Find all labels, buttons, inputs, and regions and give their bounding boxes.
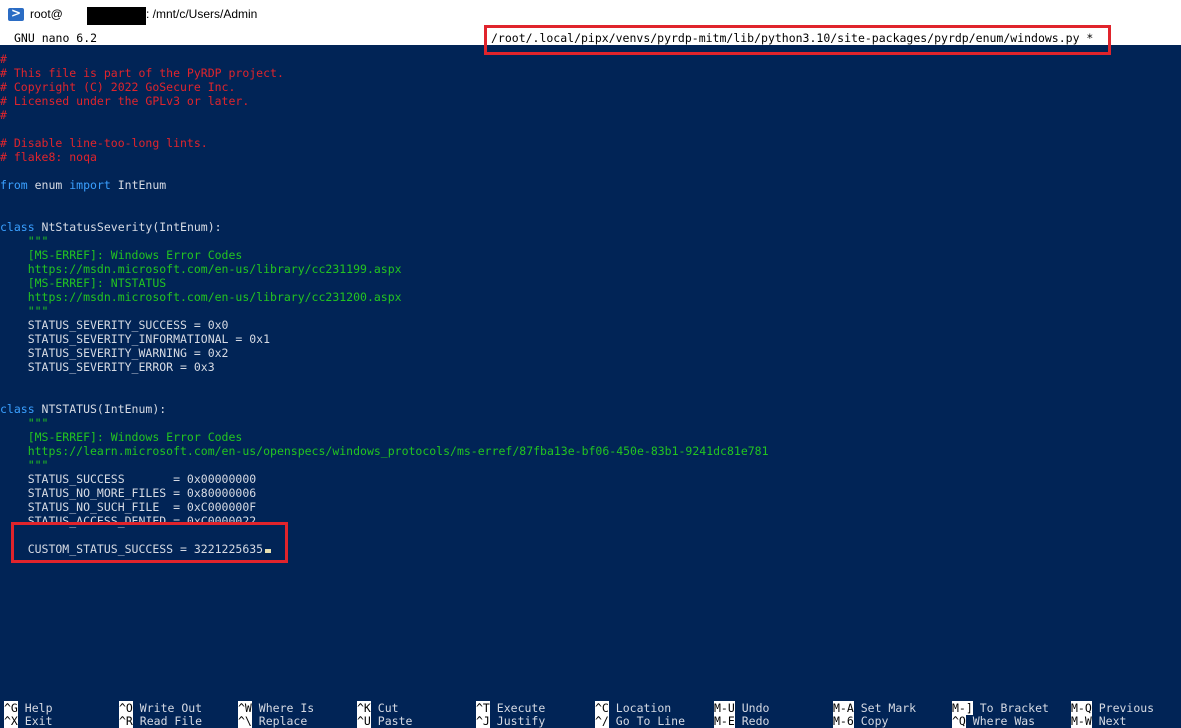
shortcut-key: ^U xyxy=(357,714,371,728)
shortcut-label: Read File xyxy=(139,714,203,728)
code-line: # flake8: noqa xyxy=(0,150,97,164)
nano-version: GNU nano 6.2 xyxy=(14,31,98,45)
code-line: # xyxy=(0,52,7,66)
custom-status-highlight-box xyxy=(11,522,288,563)
code-line: [MS-ERREF]: Windows Error Codes xyxy=(0,430,243,444)
shortcut-label: Location xyxy=(615,701,672,715)
shortcut-key: ^T xyxy=(476,701,490,715)
shortcut-label: Next xyxy=(1098,714,1127,728)
redacted-hostname xyxy=(87,7,146,25)
code-line: # Disable line-too-long lints. xyxy=(0,136,208,150)
shortcut-label: Write Out xyxy=(139,701,203,715)
code-line: STATUS_SEVERITY_WARNING = 0x2 xyxy=(0,346,229,360)
shortcut-label: Execute xyxy=(496,701,546,715)
code-line: STATUS_NO_MORE_FILES = 0x80000006 xyxy=(0,486,257,500)
shortcut-label: Redo xyxy=(741,714,770,728)
code-line: """ xyxy=(0,234,49,248)
shortcut-key: M-A xyxy=(833,701,854,715)
shortcut-key: M-W xyxy=(1071,714,1092,728)
shortcut-label: Go To Line xyxy=(615,714,686,728)
nano-shortcut-bar: ^G Help ^X Exit ^O Write Out ^R Read File ^W… xyxy=(0,701,1181,728)
shortcut-column: ^O Write Out ^R Read File xyxy=(119,701,203,728)
keyword-token: from xyxy=(0,178,28,192)
shortcut-label: Exit xyxy=(24,714,53,728)
shortcut-column: M-] To Bracket ^Q Where Was xyxy=(952,701,1049,728)
shortcut-key: M-E xyxy=(714,714,735,728)
code-line: class NtStatusSeverity(IntEnum): xyxy=(0,220,222,234)
shortcut-column: ^C Location ^/ Go To Line xyxy=(595,701,686,728)
code-line: https://learn.microsoft.com/en-us/opensp… xyxy=(0,444,769,458)
code-line: """ xyxy=(0,304,49,318)
shortcut-label: Undo xyxy=(741,701,770,715)
shortcut-key: ^/ xyxy=(595,714,609,728)
code-line: # This file is part of the PyRDP project… xyxy=(0,66,284,80)
shortcut-key: ^O xyxy=(119,701,133,715)
shortcut-column: ^G Help ^X Exit xyxy=(4,701,53,728)
shortcut-label: To Bracket xyxy=(979,701,1049,715)
shortcut-key: M-6 xyxy=(833,714,854,728)
shortcut-label: Where Was xyxy=(972,714,1036,728)
code-line: STATUS_SUCCESS = 0x00000000 xyxy=(0,472,257,486)
shortcut-column: M-A Set Mark M-6 Copy xyxy=(833,701,917,728)
code-line: # xyxy=(0,108,7,122)
powershell-icon: > xyxy=(8,6,24,21)
window-title-user: root@ xyxy=(30,7,63,21)
editor-area[interactable]: # # This file is part of the PyRDP projec… xyxy=(0,45,1181,700)
shortcut-key: ^W xyxy=(238,701,252,715)
shortcut-label: Cut xyxy=(377,701,399,715)
shortcut-label: Paste xyxy=(377,714,413,728)
shortcut-key: ^\ xyxy=(238,714,252,728)
shortcut-label: Help xyxy=(24,701,53,715)
code-line: class NTSTATUS(IntEnum): xyxy=(0,402,167,416)
shortcut-column: ^T Execute ^J Justify xyxy=(476,701,546,728)
window-title-path: : /mnt/c/Users/Admin xyxy=(146,7,258,21)
keyword-token: class xyxy=(0,220,35,234)
code-line: [MS-ERREF]: Windows Error Codes xyxy=(0,248,243,262)
shortcut-key: ^X xyxy=(4,714,18,728)
shortcut-label: Previous xyxy=(1098,701,1155,715)
shortcut-label: Justify xyxy=(496,714,546,728)
shortcut-column: M-U Undo M-E Redo xyxy=(714,701,770,728)
code-line: https://msdn.microsoft.com/en-us/library… xyxy=(0,290,402,304)
code-line: """ xyxy=(0,416,49,430)
shortcut-key: ^Q xyxy=(952,714,966,728)
shortcut-column: ^K Cut ^U Paste xyxy=(357,701,413,728)
shortcut-key: ^K xyxy=(357,701,371,715)
shortcut-key: M-] xyxy=(952,701,973,715)
shortcut-key: M-Q xyxy=(1071,701,1092,715)
shortcut-column: ^W Where Is ^\ Replace xyxy=(238,701,315,728)
shortcut-key: ^R xyxy=(119,714,133,728)
shortcut-key: ^J xyxy=(476,714,490,728)
code-line: STATUS_SEVERITY_INFORMATIONAL = 0x1 xyxy=(0,332,271,346)
code-line: """ xyxy=(0,458,49,472)
shortcut-column: M-Q Previous M-W Next xyxy=(1071,701,1155,728)
code-line: [MS-ERREF]: NTSTATUS xyxy=(0,276,167,290)
shortcut-label: Where Is xyxy=(258,701,315,715)
shortcut-key: ^C xyxy=(595,701,609,715)
code-line: STATUS_SEVERITY_SUCCESS = 0x0 xyxy=(0,318,229,332)
code-line: STATUS_NO_SUCH_FILE = 0xC000000F xyxy=(0,500,257,514)
code-line: https://msdn.microsoft.com/en-us/library… xyxy=(0,262,402,276)
code-line: from enum import IntEnum xyxy=(0,178,167,192)
code-line: STATUS_SEVERITY_ERROR = 0x3 xyxy=(0,360,215,374)
keyword-token: class xyxy=(0,402,35,416)
shortcut-label: Set Mark xyxy=(860,701,917,715)
code-line: # Licensed under the GPLv3 or later. xyxy=(0,94,250,108)
code-line: # Copyright (C) 2022 GoSecure Inc. xyxy=(0,80,236,94)
shortcut-key: M-U xyxy=(714,701,735,715)
shortcut-key: ^G xyxy=(4,701,18,715)
shortcut-label: Copy xyxy=(860,714,889,728)
shortcut-label: Replace xyxy=(258,714,308,728)
filename-highlight-box xyxy=(484,25,1111,55)
keyword-token: import xyxy=(69,178,111,192)
